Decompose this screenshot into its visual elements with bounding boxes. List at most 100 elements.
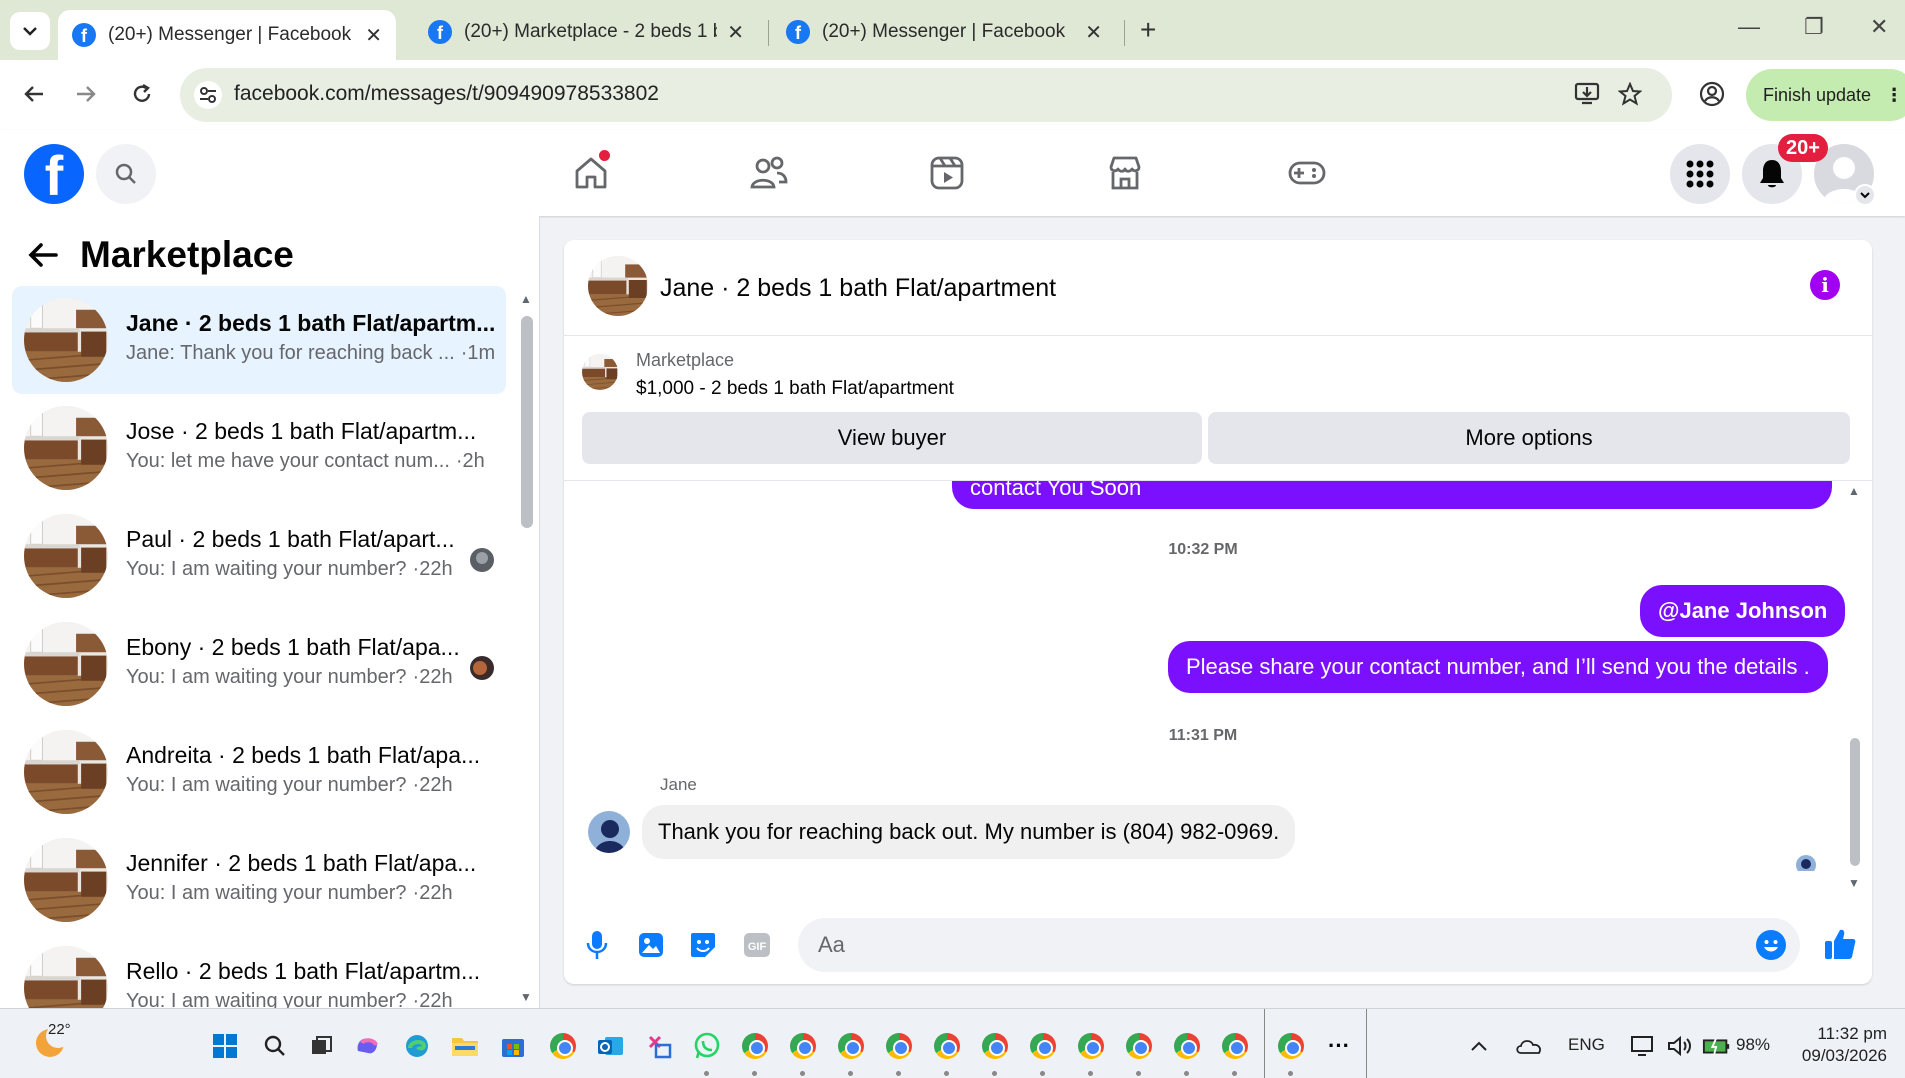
close-tab-icon[interactable]: ✕: [365, 23, 382, 48]
running-indicator: [1288, 1071, 1293, 1076]
close-tab-icon[interactable]: ✕: [1085, 20, 1102, 45]
new-tab-icon[interactable]: +: [1140, 14, 1156, 46]
display-icon[interactable]: [1628, 1031, 1658, 1061]
battery-charging-icon[interactable]: [1702, 1031, 1732, 1061]
close-tab-icon[interactable]: ✕: [727, 20, 744, 45]
profile-icon[interactable]: [1694, 76, 1730, 112]
chrome-profile-icon[interactable]: [1220, 1031, 1250, 1061]
chrome-profile-icon[interactable]: [1124, 1031, 1154, 1061]
listing-price-title[interactable]: $1,000 - 2 beds 1 bath Flat/apartment: [636, 378, 954, 400]
volume-icon[interactable]: [1664, 1031, 1694, 1061]
friends-icon[interactable]: [744, 150, 794, 196]
chrome-profile-icon[interactable]: [980, 1031, 1010, 1061]
conversation-item[interactable]: Jennifer · 2 beds 1 bath Flat/apa... You…: [12, 826, 506, 934]
conversation-list-scrollbar[interactable]: [521, 316, 533, 528]
system-clock[interactable]: 11:32 pm 09/03/2026: [1802, 1023, 1887, 1067]
conversation-item[interactable]: Ebony · 2 beds 1 bath Flat/apa... You: I…: [12, 610, 506, 718]
chrome-profile-icon[interactable]: [932, 1031, 962, 1061]
chrome-profile-icon[interactable]: [836, 1031, 866, 1061]
sticker-icon[interactable]: [686, 928, 720, 962]
edge-icon[interactable]: [402, 1031, 432, 1061]
gif-icon[interactable]: GIF: [740, 928, 774, 962]
install-app-icon[interactable]: [1574, 82, 1600, 106]
chat-scroll-up-arrow-icon[interactable]: ▲: [1848, 484, 1860, 498]
forward-icon[interactable]: [68, 76, 104, 112]
file-explorer-icon[interactable]: [450, 1031, 480, 1061]
outgoing-message[interactable]: contact You Soon: [952, 481, 1832, 509]
home-icon[interactable]: [566, 150, 616, 196]
chrome-profile-icon[interactable]: [1028, 1031, 1058, 1061]
snipping-tool-icon[interactable]: [644, 1031, 674, 1061]
chrome-profile-icon[interactable]: [884, 1031, 914, 1061]
view-buyer-button[interactable]: View buyer: [582, 412, 1202, 464]
menu-grid-button[interactable]: [1670, 144, 1730, 204]
restore-icon[interactable]: ❐: [1804, 14, 1824, 40]
message-input[interactable]: Aa: [798, 918, 1800, 972]
back-arrow-icon[interactable]: [28, 242, 58, 268]
copilot-icon[interactable]: [352, 1031, 382, 1061]
more-apps-icon[interactable]: ···: [1324, 1031, 1354, 1061]
chrome-profile-icon[interactable]: [1172, 1031, 1202, 1061]
incoming-message[interactable]: Thank you for reaching back out. My numb…: [642, 805, 1296, 859]
chrome-profile-icon[interactable]: [1076, 1031, 1106, 1061]
snippet-text: You: I am waiting your number?: [126, 990, 407, 1008]
tray-chevron-up-icon[interactable]: [1464, 1031, 1494, 1061]
facebook-search-button[interactable]: [96, 144, 156, 204]
chrome-icon[interactable]: [740, 1031, 770, 1061]
whatsapp-icon[interactable]: [692, 1031, 722, 1061]
sender-avatar[interactable]: [588, 811, 630, 853]
address-bar[interactable]: facebook.com/messages/t/909490978533802: [180, 68, 1672, 122]
language-indicator[interactable]: ENG: [1568, 1035, 1605, 1055]
task-view-icon[interactable]: [306, 1031, 336, 1061]
finish-update-button[interactable]: Finish update ⋮: [1746, 69, 1905, 121]
conversation-item[interactable]: Rello · 2 beds 1 bath Flat/apartm... You…: [12, 934, 506, 1008]
microsoft-store-icon[interactable]: [498, 1031, 528, 1061]
conversation-item[interactable]: Jose · 2 beds 1 bath Flat/apartm... You:…: [12, 394, 506, 502]
close-window-icon[interactable]: ✕: [1870, 14, 1888, 40]
video-icon[interactable]: [922, 150, 972, 196]
account-chevron-icon[interactable]: [1854, 184, 1876, 206]
browser-tab-2[interactable]: f (20+) Messenger | Facebook ✕: [772, 10, 1116, 54]
chrome-profile-icon[interactable]: [1276, 1031, 1306, 1061]
photo-icon[interactable]: [634, 928, 668, 962]
gaming-icon[interactable]: [1282, 150, 1332, 196]
info-icon[interactable]: i: [1810, 270, 1840, 300]
chrome-profile-icon[interactable]: [788, 1031, 818, 1061]
like-thumbs-up-icon[interactable]: [1820, 924, 1860, 964]
conversation-item[interactable]: Jane · 2 beds 1 bath Flat/apartm... Jane…: [12, 286, 506, 394]
chrome-icon[interactable]: [548, 1031, 578, 1061]
weather-widget[interactable]: 22°: [30, 1021, 71, 1061]
minimize-icon[interactable]: —: [1738, 14, 1760, 40]
chat-title[interactable]: Jane · 2 beds 1 bath Flat/apartment: [660, 274, 1056, 303]
mention-message[interactable]: @Jane Johnson: [1640, 585, 1846, 637]
more-options-button[interactable]: More options: [1208, 412, 1850, 464]
marketplace-icon[interactable]: [1100, 150, 1150, 196]
conversation-item[interactable]: Paul · 2 beds 1 bath Flat/apart... You: …: [12, 502, 506, 610]
scroll-up-arrow-icon[interactable]: ▲: [520, 292, 532, 306]
onedrive-cloud-icon[interactable]: [1514, 1031, 1544, 1061]
tab-search-button[interactable]: [10, 12, 50, 50]
running-indicator: [704, 1071, 709, 1076]
conversation-snippet: You: I am waiting your number? ·22h: [126, 882, 453, 905]
windows-start-icon[interactable]: [210, 1031, 240, 1061]
conversation-item[interactable]: Andreita · 2 beds 1 bath Flat/apa... You…: [12, 718, 506, 826]
conversation-snippet: You: I am waiting your number? ·22h: [126, 990, 453, 1008]
taskbar-search-icon[interactable]: [260, 1031, 290, 1061]
back-icon[interactable]: [16, 76, 52, 112]
emoji-icon[interactable]: [1756, 930, 1786, 960]
site-settings-icon[interactable]: [194, 81, 222, 109]
chat-scroll-down-arrow-icon[interactable]: ▼: [1848, 876, 1860, 890]
timestamp: 10:32 PM: [1168, 541, 1238, 558]
reload-icon[interactable]: [124, 76, 160, 112]
outlook-icon[interactable]: [596, 1031, 626, 1061]
browser-tab-0[interactable]: f (20+) Messenger | Facebook ✕: [58, 10, 396, 60]
microphone-icon[interactable]: [580, 928, 614, 962]
chat-scrollbar[interactable]: [1850, 738, 1860, 866]
listing-thumbnail: [24, 622, 108, 706]
scroll-down-arrow-icon[interactable]: ▼: [520, 990, 532, 1004]
browser-tab-1[interactable]: f (20+) Marketplace - 2 beds 1 bath ✕: [414, 10, 758, 54]
listing-thumbnail[interactable]: [588, 256, 648, 316]
facebook-logo-icon[interactable]: f: [24, 144, 84, 204]
bookmark-star-icon[interactable]: [1618, 82, 1642, 106]
outgoing-message[interactable]: Please share your contact number, and I’…: [1168, 641, 1828, 693]
